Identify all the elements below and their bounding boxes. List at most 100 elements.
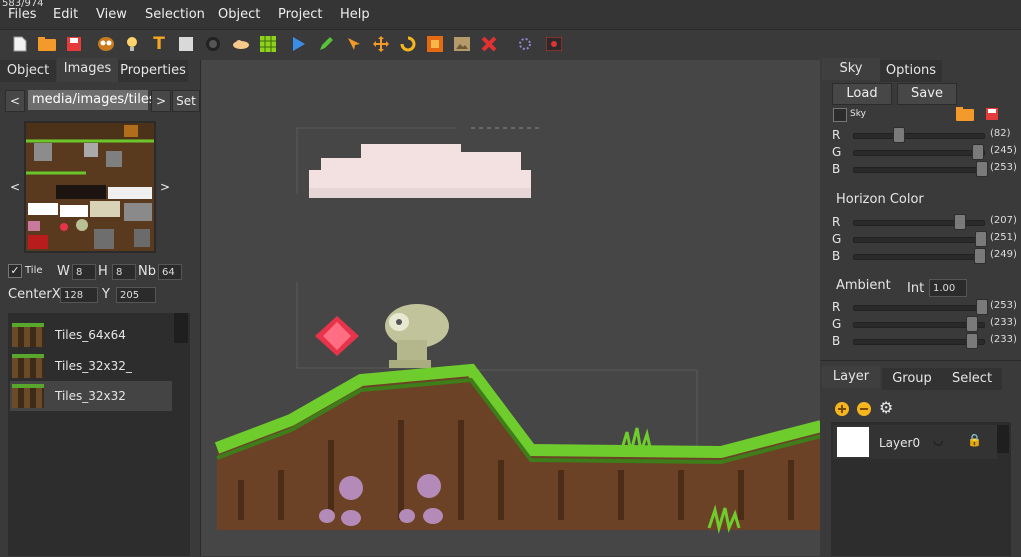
arrow-select-icon[interactable]: [344, 34, 364, 54]
save-button[interactable]: Save: [897, 83, 957, 105]
save-icon[interactable]: [985, 107, 999, 124]
tileset-thumb: [12, 323, 44, 347]
centerx-input[interactable]: 128: [60, 287, 98, 303]
menu-object[interactable]: Object: [218, 7, 260, 22]
slider-value: (207): [990, 215, 1017, 226]
list-scrollbar[interactable]: [174, 313, 188, 343]
path-field[interactable]: media/images/tiles: [28, 90, 156, 110]
list-item[interactable]: Tiles_32x32_: [10, 351, 172, 381]
play-icon[interactable]: [289, 34, 309, 54]
menu-view[interactable]: View: [96, 7, 127, 22]
move-icon[interactable]: [371, 34, 391, 54]
slider-handle[interactable]: [966, 316, 978, 332]
slider-handle[interactable]: [893, 127, 905, 143]
slider-track[interactable]: [853, 150, 985, 156]
gem-sprite[interactable]: [315, 316, 359, 356]
centerx-label: CenterX: [8, 287, 61, 302]
slider-value: (251): [990, 232, 1017, 243]
scale-icon[interactable]: [425, 34, 445, 54]
path-next-button[interactable]: >: [151, 90, 171, 112]
new-file-icon[interactable]: [10, 34, 30, 54]
slider-handle[interactable]: [966, 333, 978, 349]
slider-track[interactable]: [853, 133, 985, 139]
save-icon[interactable]: [64, 34, 84, 54]
open-folder-icon[interactable]: [37, 34, 57, 54]
tab-object[interactable]: Object: [0, 60, 56, 82]
tab-select[interactable]: Select: [942, 368, 1002, 390]
list-item[interactable]: Tiles_64x64: [10, 320, 172, 350]
add-layer-icon[interactable]: [834, 401, 850, 420]
tab-layer[interactable]: Layer: [822, 366, 880, 388]
tileset-name: Tiles_64x64: [55, 328, 126, 342]
layer-scrollbar[interactable]: [997, 425, 1009, 453]
tileset-prev-button[interactable]: <: [8, 123, 22, 251]
slider-value: (253): [990, 162, 1017, 173]
slider-track[interactable]: [853, 254, 985, 260]
slider-track[interactable]: [853, 237, 985, 243]
image-icon[interactable]: [452, 34, 472, 54]
load-button[interactable]: Load: [832, 83, 892, 105]
tab-options[interactable]: Options: [880, 60, 942, 82]
slider-handle[interactable]: [976, 161, 988, 177]
tileset-preview[interactable]: [24, 121, 156, 253]
delete-icon[interactable]: [479, 34, 499, 54]
menu-files[interactable]: Files: [8, 7, 37, 22]
pencil-icon[interactable]: [316, 34, 336, 54]
tab-properties[interactable]: Properties: [118, 60, 188, 82]
slider-track[interactable]: [853, 167, 985, 173]
slider-handle[interactable]: [974, 248, 986, 264]
cloud-sprite[interactable]: [309, 144, 531, 198]
terrain[interactable]: [214, 363, 821, 530]
horizon-label: Horizon Color: [836, 192, 924, 207]
tileset-thumb: [12, 354, 44, 378]
channel-label: R: [832, 215, 841, 229]
tab-group[interactable]: Group: [882, 368, 942, 390]
layer-row[interactable]: Layer0 ◡ 🔒: [833, 425, 997, 459]
menu-help[interactable]: Help: [340, 7, 370, 22]
remove-layer-icon[interactable]: [856, 401, 872, 420]
dot-icon[interactable]: [515, 34, 535, 54]
list-item[interactable]: Tiles_32x32: [10, 381, 172, 411]
w-input[interactable]: 8: [72, 264, 96, 280]
sky-label: Sky: [850, 109, 866, 119]
grid-icon[interactable]: [258, 34, 278, 54]
slider-handle[interactable]: [954, 214, 966, 230]
eye-icon[interactable]: ◡: [933, 433, 943, 447]
creature-sprite[interactable]: [385, 304, 449, 368]
menu-selection[interactable]: Selection: [145, 7, 205, 22]
sky-checkbox[interactable]: [833, 108, 847, 122]
slider-track[interactable]: [853, 305, 985, 311]
circle-icon[interactable]: [203, 34, 223, 54]
cloud-icon[interactable]: [231, 34, 251, 54]
record-icon[interactable]: [544, 34, 564, 54]
tab-images[interactable]: Images: [57, 58, 118, 82]
square-icon[interactable]: [176, 34, 196, 54]
slider-handle[interactable]: [972, 144, 984, 160]
tile-checkbox[interactable]: ✓: [8, 264, 22, 278]
tab-sky[interactable]: Sky: [822, 58, 880, 80]
menu-edit[interactable]: Edit: [53, 7, 78, 22]
open-folder-icon[interactable]: [956, 107, 974, 124]
lightbulb-icon[interactable]: [122, 34, 142, 54]
tileset-next-button[interactable]: >: [158, 123, 172, 251]
gear-icon[interactable]: ⚙: [879, 400, 893, 416]
channel-label: B: [832, 249, 841, 263]
slider-value: (233): [990, 317, 1017, 328]
slider-value: (233): [990, 334, 1017, 345]
int-input[interactable]: 1.00: [929, 279, 967, 297]
h-input[interactable]: 8: [112, 264, 136, 280]
nb-input[interactable]: 64: [158, 264, 182, 280]
rotate-icon[interactable]: [398, 34, 418, 54]
lock-icon[interactable]: 🔒: [967, 433, 982, 447]
scene-viewport[interactable]: [200, 60, 821, 556]
text-icon[interactable]: T: [149, 34, 169, 54]
y-input[interactable]: 205: [116, 287, 156, 303]
channel-label: G: [832, 145, 842, 159]
path-prev-button[interactable]: <: [5, 90, 25, 112]
layer-name: Layer0: [879, 436, 921, 450]
slider-handle[interactable]: [975, 231, 987, 247]
set-button[interactable]: Set: [172, 90, 200, 112]
monkey-icon[interactable]: [96, 34, 116, 54]
menu-project[interactable]: Project: [278, 7, 322, 22]
slider-handle[interactable]: [976, 299, 988, 315]
